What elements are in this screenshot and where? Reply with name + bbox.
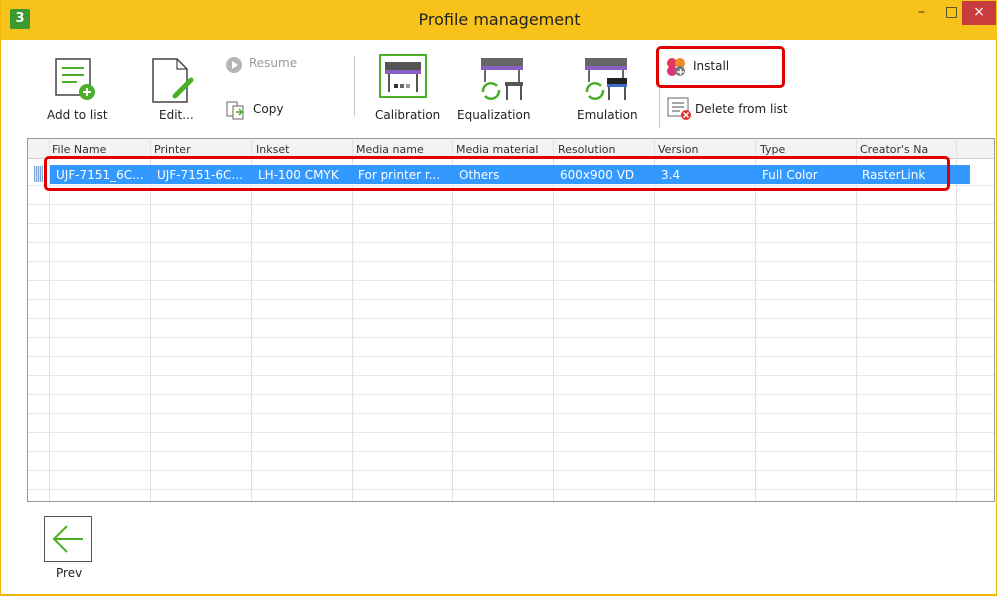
column-header[interactable]: Printer xyxy=(154,143,244,156)
calibration-button[interactable]: Calibration xyxy=(373,54,445,124)
resume-label: Resume xyxy=(249,56,298,70)
column-header[interactable]: Type xyxy=(760,143,850,156)
delete-from-list-button[interactable]: Delete from list xyxy=(667,96,797,122)
column-header[interactable]: Media material xyxy=(456,143,552,156)
row-highlight xyxy=(44,156,950,191)
grid-line xyxy=(28,356,994,357)
resume-play-icon xyxy=(226,57,242,73)
grid-line xyxy=(28,432,994,433)
grid-line xyxy=(654,139,655,501)
toolbar: Add to list Edit... Resume Copy Calibrat… xyxy=(1,40,997,136)
install-highlight xyxy=(656,46,785,88)
delete-list-icon xyxy=(667,97,691,120)
equalization-button[interactable]: Equalization xyxy=(457,54,541,124)
prev-label: Prev xyxy=(56,566,83,580)
close-button[interactable]: × xyxy=(962,1,996,25)
emulation-printer-icon xyxy=(585,58,627,100)
equalization-printer-icon xyxy=(481,58,523,100)
grid-line xyxy=(28,204,994,205)
grid-line xyxy=(352,139,353,501)
delete-from-list-label: Delete from list xyxy=(695,102,788,116)
grid-line xyxy=(28,394,994,395)
equalization-label: Equalization xyxy=(457,108,531,122)
calibration-printer-icon xyxy=(379,54,427,98)
column-header[interactable]: Inkset xyxy=(256,143,346,156)
calibration-label: Calibration xyxy=(375,108,441,122)
grid-line xyxy=(28,318,994,319)
grid-line xyxy=(553,139,554,501)
grid-line xyxy=(28,470,994,471)
toolbar-separator xyxy=(354,56,355,116)
column-header[interactable]: Creator's Na xyxy=(860,143,950,156)
grid-line xyxy=(452,139,453,501)
grid-line xyxy=(28,451,994,452)
grid-line xyxy=(49,139,50,501)
profile-management-window: 3 Profile management – □ × Add to list E… xyxy=(0,0,997,596)
column-header[interactable]: Media name xyxy=(356,143,446,156)
grid-line xyxy=(755,139,756,501)
add-to-list-button[interactable]: Add to list xyxy=(41,58,111,124)
arrow-left-icon xyxy=(52,525,83,553)
column-header[interactable]: File Name xyxy=(52,143,142,156)
grid-line xyxy=(28,223,994,224)
grid-line xyxy=(28,299,994,300)
grid-line xyxy=(28,280,994,281)
minimize-button[interactable]: – xyxy=(907,1,936,25)
toolbar-separator xyxy=(659,82,660,128)
edit-document-icon xyxy=(152,58,194,103)
emulation-button[interactable]: Emulation xyxy=(561,54,645,124)
grid-line xyxy=(28,375,994,376)
copy-label: Copy xyxy=(253,102,284,116)
grid-line xyxy=(956,139,957,501)
grid-line xyxy=(251,139,252,501)
grid-line xyxy=(856,139,857,501)
title-bar: 3 Profile management – □ × xyxy=(1,0,997,40)
grid-line xyxy=(28,413,994,414)
profile-table[interactable]: File Name Printer Inkset Media name Medi… xyxy=(27,138,995,502)
prev-button[interactable] xyxy=(44,516,92,562)
row-selector[interactable] xyxy=(34,166,43,182)
column-header[interactable]: Version xyxy=(658,143,748,156)
resume-button[interactable]: Resume xyxy=(225,54,315,76)
edit-label: Edit... xyxy=(159,108,194,122)
grid-line xyxy=(28,489,994,490)
grid-line xyxy=(28,261,994,262)
emulation-label: Emulation xyxy=(577,108,638,122)
window-title: Profile management xyxy=(418,10,581,29)
grid-line xyxy=(150,139,151,501)
grid-line xyxy=(28,242,994,243)
add-list-icon xyxy=(55,58,95,100)
add-to-list-label: Add to list xyxy=(47,108,108,122)
grid-line xyxy=(28,337,994,338)
copy-icon xyxy=(226,101,244,120)
column-header[interactable]: Resolution xyxy=(558,143,648,156)
copy-button[interactable]: Copy xyxy=(225,100,315,122)
edit-button[interactable]: Edit... xyxy=(149,58,205,124)
